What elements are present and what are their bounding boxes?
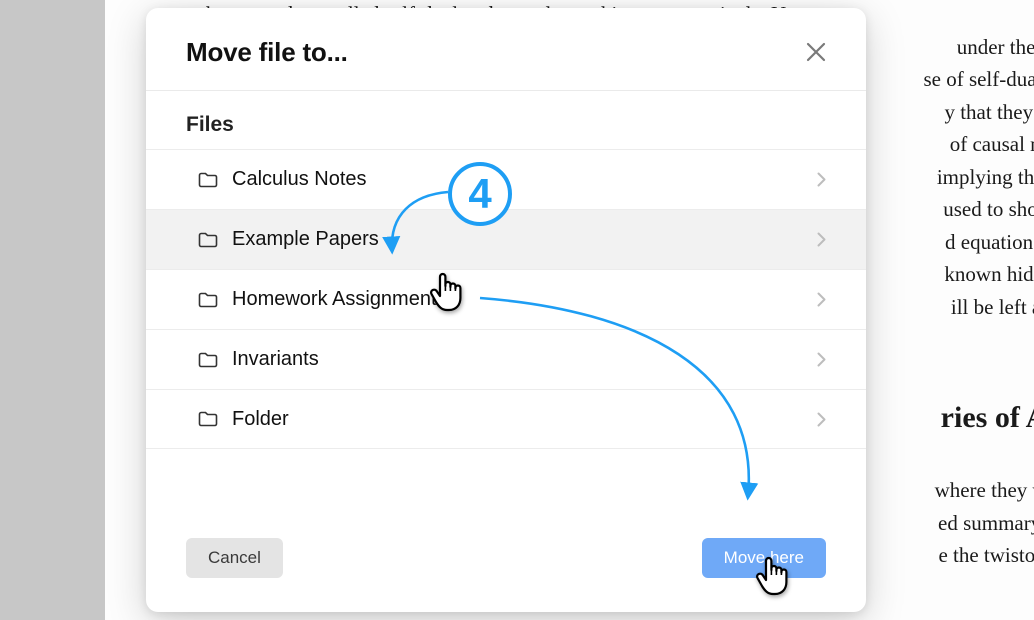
- page-gutter: [0, 0, 105, 620]
- modal-header: Move file to...: [146, 8, 866, 91]
- files-section-label: Files: [146, 91, 866, 149]
- folder-item-homework-assignments[interactable]: Homework Assignments: [146, 269, 866, 329]
- modal-title: Move file to...: [186, 37, 348, 68]
- chevron-right-icon: [817, 412, 826, 427]
- folder-item-example-papers[interactable]: Example Papers: [146, 209, 866, 269]
- folder-label: Calculus Notes: [232, 168, 803, 191]
- folder-label: Homework Assignments: [232, 288, 803, 311]
- move-here-button[interactable]: Move here: [702, 538, 826, 578]
- chevron-right-icon: [817, 172, 826, 187]
- folder-list: Calculus Notes Example Papers: [146, 149, 866, 530]
- folder-item-folder[interactable]: Folder: [146, 389, 866, 449]
- folder-item-invariants[interactable]: Invariants: [146, 329, 866, 389]
- folder-label: Invariants: [232, 348, 803, 371]
- folder-label: Example Papers: [232, 228, 803, 251]
- chevron-right-icon: [817, 292, 826, 307]
- modal-footer: Cancel Move here: [146, 530, 866, 612]
- close-button[interactable]: [798, 34, 834, 70]
- folder-icon: [198, 352, 218, 368]
- folder-icon: [198, 292, 218, 308]
- move-file-modal: Move file to... Files Calculus Notes: [146, 8, 866, 612]
- chevron-right-icon: [817, 232, 826, 247]
- folder-icon: [198, 232, 218, 248]
- chevron-right-icon: [817, 352, 826, 367]
- close-icon: [805, 41, 827, 63]
- folder-icon: [198, 172, 218, 188]
- cancel-button[interactable]: Cancel: [186, 538, 283, 578]
- folder-icon: [198, 411, 218, 427]
- bg-line-text: e the twistor o: [938, 543, 1034, 567]
- folder-label: Folder: [232, 408, 803, 431]
- folder-item-calculus-notes[interactable]: Calculus Notes: [146, 149, 866, 209]
